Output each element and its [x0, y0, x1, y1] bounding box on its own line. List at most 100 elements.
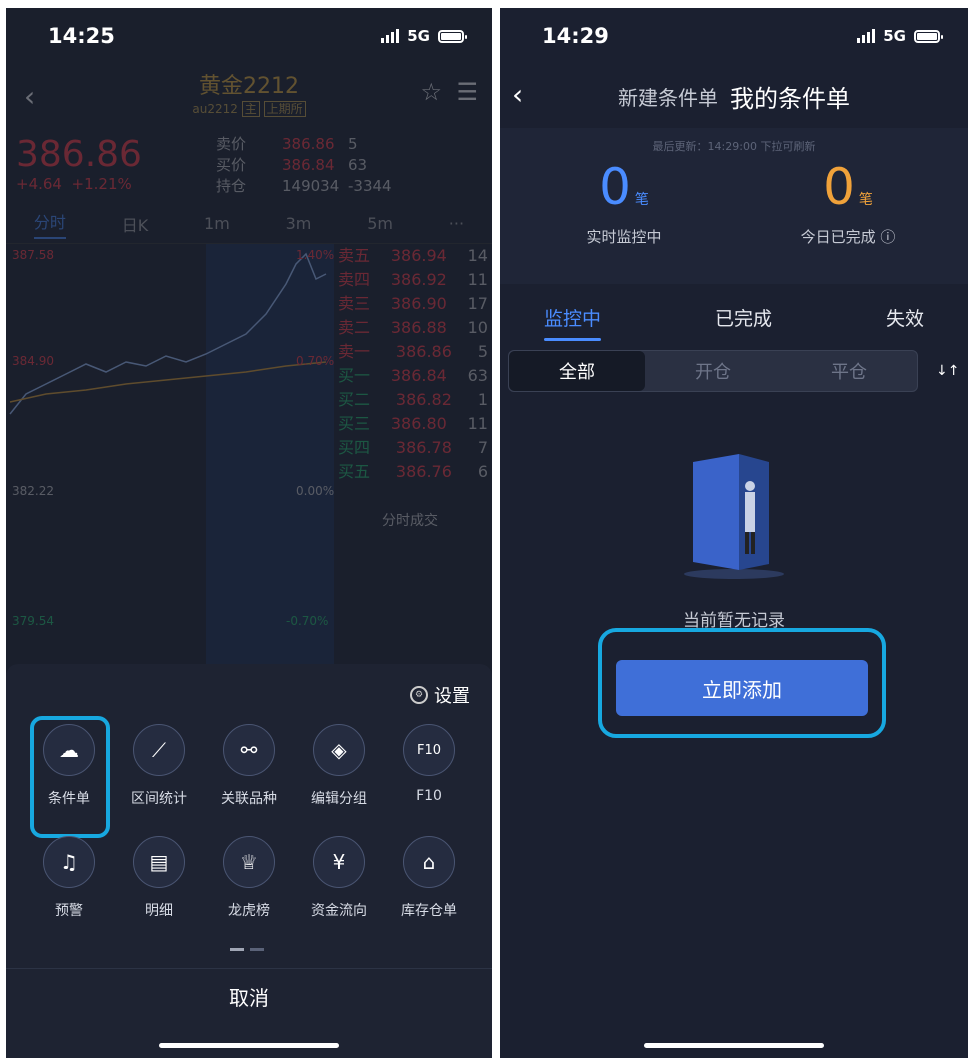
quote-row: 卖价 386.86 5 [216, 134, 414, 155]
orderbook-cell: 63 [467, 366, 488, 385]
action-icon: ⚯ [223, 724, 275, 776]
action-icon: ⌂ [403, 836, 455, 888]
segment-open[interactable]: 开仓 [645, 351, 781, 391]
orderbook-cell: 386.80 [390, 414, 447, 433]
order-book: 卖五 386.94 14 卖四 386.92 11 卖三 386.90 17 卖二 386.88 10… [338, 244, 488, 484]
orderbook-row: 卖一 386.86 5 [338, 340, 488, 364]
pct-label-mid: 0.70% [296, 354, 335, 368]
orderbook-cell: 10 [467, 318, 488, 337]
trades-header: 分时成交 [382, 513, 438, 529]
sort-icon[interactable]: ↓↑ [936, 363, 959, 379]
tab-completed[interactable]: 已完成 [715, 304, 772, 331]
action-icon: ◈ [313, 724, 365, 776]
more-actions-sheet: ⚙ 设置 ☁ 条件单 ⟋ 区间统计 ⚯ 关联品种 ◈ 编辑分组 F10 F10 ♫ 预警 ▤ 明细 ♕ 龙虎榜… [6, 664, 492, 1058]
last-price: 386.86 [16, 134, 142, 175]
action-icon: ▤ [133, 836, 185, 888]
tab-monitoring[interactable]: 监控中 [544, 304, 602, 341]
quote-cell: 卖价 [216, 135, 247, 153]
quote-cell: 149034 [282, 177, 340, 195]
y-label-top: 387.58 [12, 248, 54, 262]
menu-icon[interactable]: ☰ [456, 78, 478, 106]
main-badge: 主 [241, 101, 260, 117]
orderbook-cell: 386.88 [390, 318, 447, 337]
orderbook-cell: 11 [467, 414, 488, 433]
my-condition-orders-title[interactable]: 我的条件单 [730, 79, 850, 114]
action-1[interactable]: ☁ 条件单 [24, 716, 114, 838]
quote-cell: -3344 [348, 177, 392, 195]
action-label: 关联品种 [221, 791, 277, 807]
action-label: F10 [416, 788, 442, 804]
action-7[interactable]: ▤ 明细 [114, 836, 204, 920]
filter-segment: 全部 开仓 平仓 ↓↑ [508, 350, 960, 392]
signal-icon [857, 29, 876, 43]
chart-tabs: 分时 日K 1m 3m 5m ··· [6, 204, 492, 244]
monitoring-label: 实时监控中 [586, 228, 662, 246]
cancel-button[interactable]: 取消 [6, 968, 492, 1024]
action-label: 编辑分组 [311, 791, 367, 807]
orderbook-row: 卖五 386.94 14 [338, 244, 488, 268]
price-change: +4.64 [16, 175, 62, 193]
pct-label-base: 0.00% [296, 484, 335, 498]
orderbook-cell: 386.94 [390, 246, 447, 265]
star-icon[interactable]: ☆ [420, 78, 442, 106]
chart-tab[interactable]: 5m [367, 214, 393, 233]
orderbook-cell: 卖一 [338, 342, 371, 361]
right-screen: 14:29 5G ‹ 新建条件单 我的条件单 最后更新：14:29:00 下拉可… [500, 8, 968, 1058]
chart-tab[interactable]: 日K [122, 212, 149, 236]
action-4[interactable]: ◈ 编辑分组 [294, 724, 384, 808]
action-5[interactable]: F10 F10 [384, 724, 474, 808]
orderbook-cell: 卖五 [338, 246, 371, 265]
home-indicator [159, 1043, 339, 1048]
quote-cell: 5 [348, 135, 358, 153]
back-icon[interactable]: ‹ [24, 80, 35, 113]
orderbook-row: 买五 386.76 6 [338, 460, 488, 484]
battery-icon [914, 29, 943, 43]
orderbook-row: 买三 386.80 11 [338, 412, 488, 436]
done-label[interactable]: 今日已完成 ⓘ [748, 226, 948, 247]
segment-all[interactable]: 全部 [509, 351, 645, 391]
add-now-button[interactable]: 立即添加 [616, 660, 868, 716]
quote-table: 卖价 386.86 5 买价 386.84 63 持仓 149034 -3344 [216, 134, 414, 204]
action-9[interactable]: ¥ 资金流向 [294, 836, 384, 920]
home-indicator [644, 1043, 824, 1048]
action-2[interactable]: ⟋ 区间统计 [114, 724, 204, 808]
chart-tab[interactable]: 3m [286, 214, 312, 233]
action-3[interactable]: ⚯ 关联品种 [204, 724, 294, 808]
orderbook-row: 卖二 386.88 10 [338, 316, 488, 340]
action-10[interactable]: ⌂ 库存仓单 [384, 836, 474, 920]
orderbook-cell: 6 [477, 462, 488, 481]
chart-tab[interactable]: 分时 [33, 209, 66, 239]
chart-tab[interactable]: 1m [204, 214, 230, 233]
segment-close[interactable]: 平仓 [781, 351, 917, 391]
action-label: 区间统计 [131, 791, 187, 807]
chart-tab[interactable]: ··· [449, 214, 464, 233]
action-8[interactable]: ♕ 龙虎榜 [204, 836, 294, 920]
orderbook-row: 买四 386.78 7 [338, 436, 488, 460]
last-updated: 最后更新：14:29:00 下拉可刷新 [652, 140, 816, 153]
orderbook-cell: 386.90 [390, 294, 447, 313]
battery-icon [438, 29, 467, 43]
orderbook-row: 买二 386.82 1 [338, 388, 488, 412]
action-icon: ♫ [43, 836, 95, 888]
exchange-badge: 上期所 [263, 101, 306, 117]
signal-icon [381, 29, 400, 43]
network-label: 5G [883, 27, 906, 45]
tab-invalid[interactable]: 失效 [886, 304, 924, 331]
settings-label: 设置 [434, 686, 470, 707]
done-count: 0 [823, 158, 855, 216]
orderbook-cell: 5 [477, 342, 488, 361]
orderbook-cell: 卖二 [338, 318, 371, 337]
back-icon[interactable]: ‹ [512, 78, 523, 111]
new-condition-order-tab[interactable]: 新建条件单 [618, 82, 718, 111]
orderbook-cell: 386.84 [390, 366, 447, 385]
action-label: 预警 [55, 903, 83, 919]
monitoring-unit: 笔 [634, 192, 649, 208]
quote-row: 持仓 149034 -3344 [216, 176, 414, 197]
action-label: 龙虎榜 [228, 903, 270, 919]
empty-folder-illustration [679, 452, 789, 582]
y-label-mid: 384.90 [12, 354, 54, 368]
action-6[interactable]: ♫ 预警 [24, 836, 114, 920]
quote-cell: 386.86 [282, 135, 335, 153]
settings-button[interactable]: ⚙ 设置 [410, 682, 470, 708]
status-time: 14:29 [542, 24, 609, 48]
